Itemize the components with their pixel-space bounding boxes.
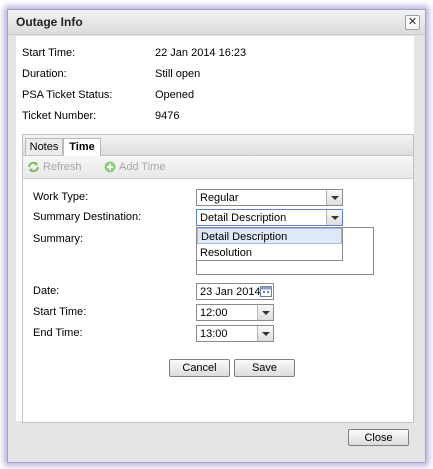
start-time-select[interactable]: 12:00 [196, 304, 274, 321]
dialog-title: Outage Info [16, 15, 83, 29]
dropdown-option-detail-description[interactable]: Detail Description [197, 228, 342, 244]
end-time-value: 13:00 [200, 328, 228, 340]
add-icon [104, 161, 116, 173]
date-value: 23 Jan 2014 [200, 286, 261, 298]
add-time-button[interactable]: Add Time [104, 161, 165, 173]
psa-ticket-status-value: Opened [155, 89, 195, 101]
tab-panel: Notes Time Refresh Add Time Work Type: R… [22, 134, 414, 423]
summary-destination-value: Detail Description [200, 212, 287, 224]
chevron-down-icon[interactable] [326, 210, 342, 225]
tab-strip: Notes Time [23, 135, 413, 156]
start-time-value: 22 Jan 2014 16:23 [155, 47, 247, 59]
calendar-icon[interactable] [260, 285, 272, 297]
summary-destination-dropdown: Detail Description Resolution [196, 227, 343, 261]
start-time-field-label: Start Time: [33, 306, 87, 318]
ticket-number-label: Ticket Number: [22, 110, 97, 122]
work-type-value: Regular [200, 192, 239, 204]
summary-label: Summary: [33, 233, 84, 245]
work-type-label: Work Type: [33, 191, 89, 203]
end-time-select[interactable]: 13:00 [196, 325, 274, 342]
start-time-label: Start Time: [22, 47, 76, 59]
date-field[interactable]: 23 Jan 2014 [196, 283, 274, 300]
time-toolbar: Refresh Add Time [23, 156, 413, 179]
refresh-icon [28, 161, 39, 173]
cancel-button[interactable]: Cancel [169, 359, 230, 377]
outage-info-dialog: Outage Info ✕ Start Time: 22 Jan 2014 16… [7, 9, 426, 463]
close-icon[interactable]: ✕ [405, 15, 420, 30]
tab-time[interactable]: Time [63, 138, 101, 156]
chevron-down-icon[interactable] [257, 305, 273, 320]
add-time-label: Add Time [119, 161, 166, 173]
end-time-label: End Time: [33, 327, 83, 339]
chevron-down-icon[interactable] [257, 326, 273, 341]
tab-notes[interactable]: Notes [25, 138, 63, 155]
dropdown-option-resolution[interactable]: Resolution [197, 245, 342, 261]
dialog-titlebar[interactable]: Outage Info ✕ [8, 10, 425, 35]
work-type-select[interactable]: Regular [196, 189, 343, 206]
summary-destination-select[interactable]: Detail Description [196, 209, 343, 226]
duration-label: Duration: [22, 68, 67, 80]
chevron-down-icon[interactable] [326, 190, 342, 205]
refresh-label: Refresh [43, 161, 82, 173]
start-time-field-value: 12:00 [200, 307, 228, 319]
save-button[interactable]: Save [234, 359, 295, 377]
refresh-button[interactable]: Refresh [27, 161, 82, 173]
date-label: Date: [33, 285, 60, 297]
dialog-body: Start Time: 22 Jan 2014 16:23 Duration: … [16, 36, 414, 423]
psa-ticket-status-label: PSA Ticket Status: [22, 89, 113, 101]
ticket-number-value: 9476 [155, 110, 180, 122]
close-button[interactable]: Close [348, 429, 409, 446]
summary-destination-label: Summary Destination: [33, 211, 142, 223]
duration-value: Still open [155, 68, 201, 80]
